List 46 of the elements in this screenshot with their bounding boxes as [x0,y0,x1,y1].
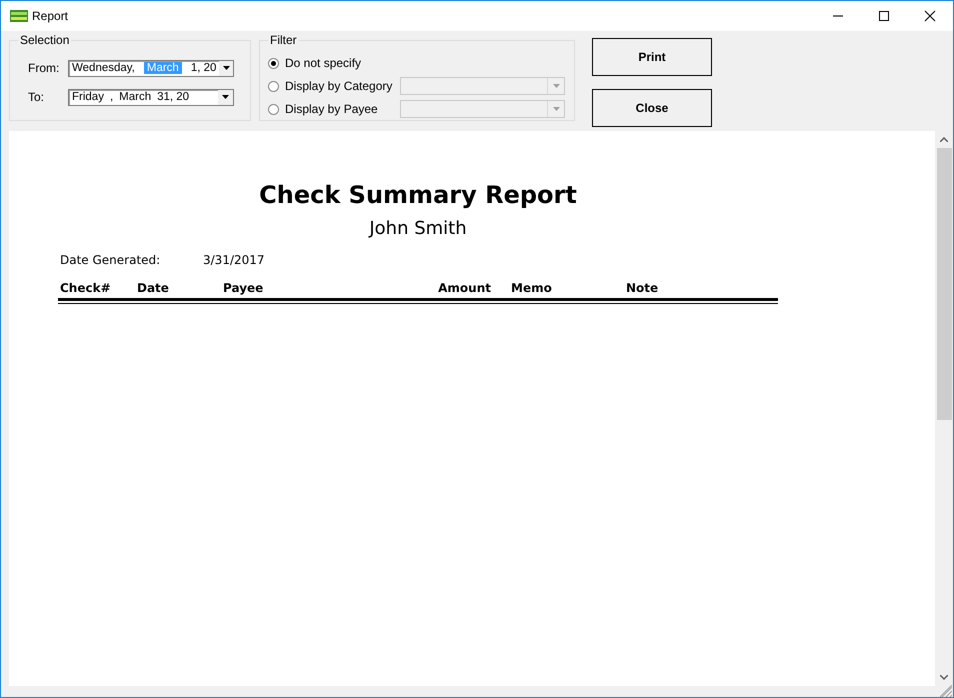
date-picker[interactable]: Wednesday, March 1, 20 [68,60,234,76]
dropdown-field[interactable] [400,77,565,95]
scroll-thumb[interactable] [936,148,952,420]
dropdown-field[interactable] [400,100,565,118]
caret-icon [222,66,230,70]
maximize-icon[interactable] [878,10,890,22]
generated-date: 3/31/2017 [203,253,265,267]
scroll-down-icon[interactable] [940,675,948,680]
column-header: Amount [437,281,492,295]
close-icon[interactable] [924,10,936,22]
radio-label[interactable]: Display by Payee [285,102,378,116]
radio-button[interactable] [268,104,279,114]
report-title: Check Summary Report [258,181,578,209]
date-segment[interactable]: 1, 20 [188,62,220,74]
group-label: Selection [19,33,70,47]
caret-icon [552,84,560,88]
action-button[interactable]: Print [592,38,712,76]
radio-button[interactable] [268,58,279,68]
resize-grip-icon[interactable] [940,685,952,697]
scroll-up-icon[interactable] [940,137,948,142]
app-icon [10,10,28,22]
column-header: Check# [60,281,112,295]
action-button[interactable]: Close [592,89,712,127]
date-segment[interactable]: , [106,91,116,103]
report-subtitle: John Smith [368,218,468,239]
date-segment[interactable]: 31, 20 [154,91,192,103]
group-label: Filter [269,33,298,47]
radio-label[interactable]: Do not specify [285,56,362,70]
dropdown-button[interactable] [219,60,233,76]
date-label: From: [27,61,60,75]
date-segment[interactable]: Wednesday, [71,62,138,74]
column-header: Memo [511,281,553,295]
date-segment[interactable]: Friday [71,91,107,103]
column-header: Note [626,281,660,295]
dropdown-button[interactable] [218,90,233,104]
generated-label: Date Generated: [60,253,162,267]
caret-icon [222,95,229,99]
column-header: Date [137,281,170,295]
date-segment[interactable]: March [116,91,154,103]
caret-icon [552,107,560,111]
date-label: To: [27,90,46,104]
radio-button[interactable] [268,80,279,92]
column-header: Payee [223,281,264,295]
date-picker[interactable]: Friday , March 31, 20 [68,88,234,106]
radio-label[interactable]: Display by Category [285,79,392,93]
window-title: Report [32,9,68,23]
